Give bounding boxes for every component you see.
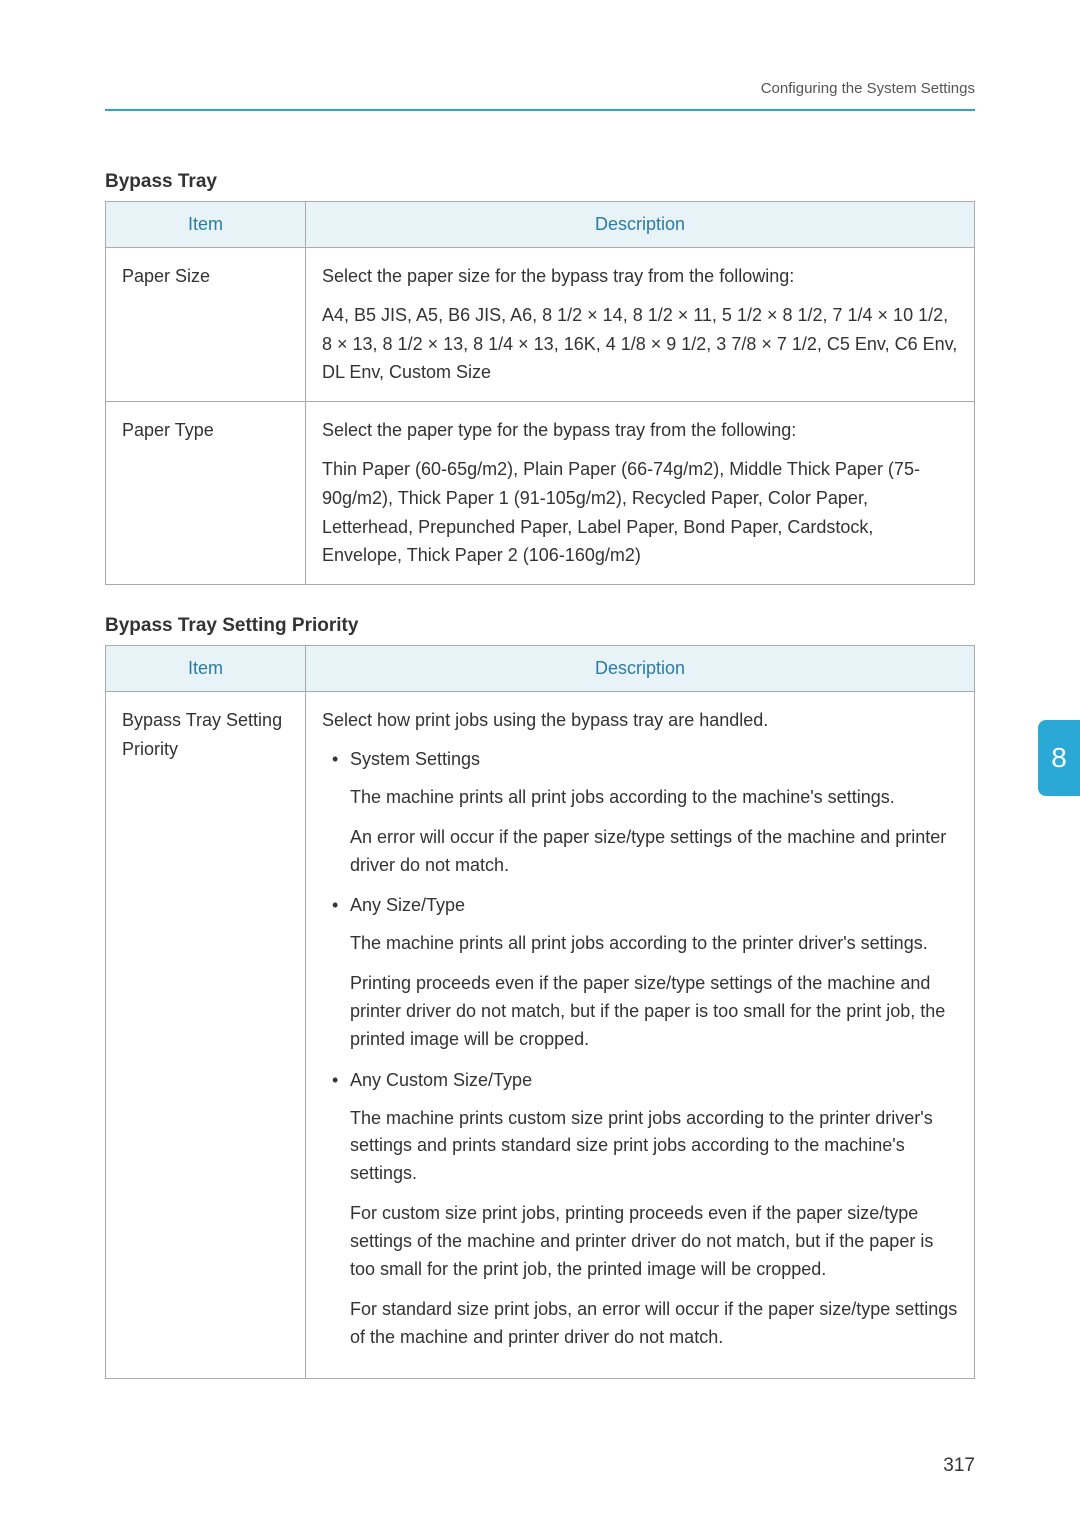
bypass-tray-table: Item Description Paper Size Select the p…: [105, 201, 975, 585]
desc-text: A4, B5 JIS, A5, B6 JIS, A6, 8 1/2 × 14, …: [322, 301, 958, 387]
table-row: Bypass Tray Setting Priority Select how …: [106, 692, 975, 1379]
table-header-item: Item: [106, 646, 306, 692]
desc-text: Select how print jobs using the bypass t…: [322, 706, 958, 735]
desc-sub-text: For standard size print jobs, an error w…: [322, 1296, 958, 1352]
row-item-label: Paper Size: [106, 248, 306, 402]
bullet-item: System Settings: [322, 745, 958, 774]
row-description: Select how print jobs using the bypass t…: [306, 692, 975, 1379]
desc-text: Select the paper size for the bypass tra…: [322, 262, 958, 291]
section1-title: Bypass Tray: [105, 171, 975, 193]
chapter-tab: 8: [1038, 720, 1080, 796]
table-header-description: Description: [306, 202, 975, 248]
desc-sub-text: An error will occur if the paper size/ty…: [322, 824, 958, 880]
table-row: Paper Size Select the paper size for the…: [106, 248, 975, 402]
desc-text: Thin Paper (60-65g/m2), Plain Paper (66-…: [322, 455, 958, 570]
desc-sub-text: Printing proceeds even if the paper size…: [322, 970, 958, 1054]
row-description: Select the paper size for the bypass tra…: [306, 248, 975, 402]
desc-sub-text: The machine prints all print jobs accord…: [322, 930, 958, 958]
table-header-item: Item: [106, 202, 306, 248]
row-description: Select the paper type for the bypass tra…: [306, 402, 975, 585]
section2-title: Bypass Tray Setting Priority: [105, 615, 975, 637]
header-divider: [105, 109, 975, 111]
desc-sub-text: For custom size print jobs, printing pro…: [322, 1200, 958, 1284]
desc-sub-text: The machine prints custom size print job…: [322, 1105, 958, 1189]
row-item-label: Paper Type: [106, 402, 306, 585]
bypass-tray-priority-table: Item Description Bypass Tray Setting Pri…: [105, 645, 975, 1379]
desc-text: Select the paper type for the bypass tra…: [322, 416, 958, 445]
bullet-item: Any Size/Type: [322, 891, 958, 920]
desc-sub-text: The machine prints all print jobs accord…: [322, 784, 958, 812]
row-item-label: Bypass Tray Setting Priority: [106, 692, 306, 1379]
header-breadcrumb: Configuring the System Settings: [105, 80, 975, 97]
table-header-description: Description: [306, 646, 975, 692]
page-number: 317: [943, 1455, 975, 1477]
bullet-item: Any Custom Size/Type: [322, 1066, 958, 1095]
table-row: Paper Type Select the paper type for the…: [106, 402, 975, 585]
